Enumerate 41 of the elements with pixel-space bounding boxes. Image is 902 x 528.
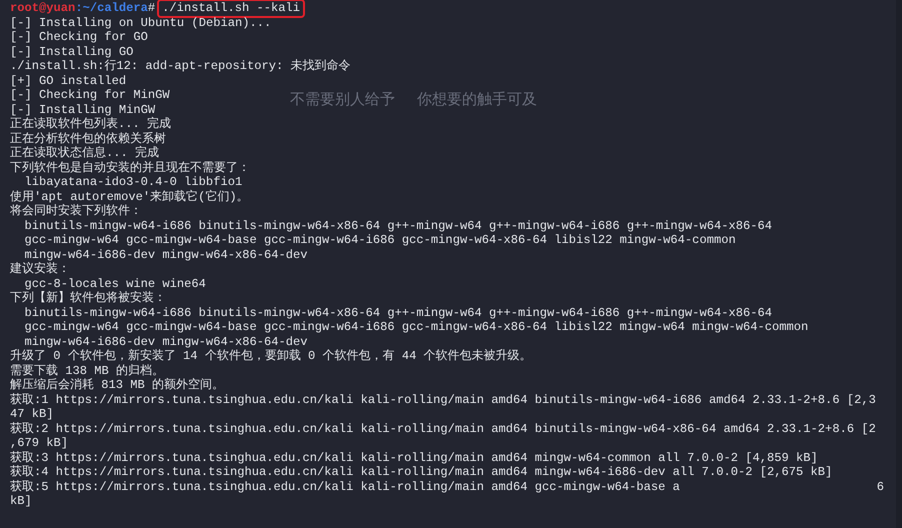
output-line: kB] <box>10 494 32 508</box>
output-line: [-] Installing MinGW <box>10 102 156 116</box>
output-line: libayatana-ido3-0.4-0 libbfio1 <box>24 175 242 190</box>
prompt-symbol: # <box>148 1 156 15</box>
output-line: 正在读取软件包列表... 完成 <box>10 117 172 132</box>
prompt-path: :~/caldera <box>75 1 148 15</box>
wallpaper-text: 不需要别人给予 <box>290 92 395 106</box>
output-line: 正在分析软件包的依赖关系树 <box>10 132 166 146</box>
output-line: binutils-mingw-w64-i686 binutils-mingw-w64-x86-64 g++-mingw-w64 g++-mingw-w64-i686 g++-mingw-w64-x86-64 <box>24 306 772 320</box>
output-line: 正在读取状态信息... 完成 <box>10 146 160 160</box>
output-line: binutils-mingw-w64-i686 binutils-mingw-w64-x86-64 g++-mingw-w64 g++-mingw-w64-i686 g++-mingw-w64-x86-64 <box>24 218 772 233</box>
output-line: 获取:1 https://mirrors.tuna.tsinghua.edu.cn/kali kali-rolling/main amd64 binutils-mingw-w64-i686 amd64 2.33.1-2+8.6 [2,3 <box>10 392 876 407</box>
output-line: 获取:4 https://mirrors.tuna.tsinghua.edu.cn/kali kali-rolling/main amd64 mingw-w64-i686-dev all 7.0.0-2 [2,675 kB] <box>10 465 832 480</box>
output-line: ./install.sh:行12: add-apt-repository: 未找到命令 <box>10 59 351 74</box>
output-line: 解压缩后会消耗 813 MB 的额外空间。 <box>10 378 224 392</box>
output-line: 获取:3 https://mirrors.tuna.tsinghua.edu.cn/kali kali-rolling/main amd64 mingw-w64-common all 7.0.0-2 [4,859 kB] <box>10 450 818 465</box>
output-line: [-] Checking for MinGW <box>10 88 170 102</box>
output-line: 47 kB] <box>10 407 54 422</box>
wallpaper-text: 你想要的触手可及 <box>417 92 537 106</box>
output-line: 下列软件包是自动安装的并且现在不需要了： <box>10 160 250 175</box>
output-text: 6 <box>876 480 884 494</box>
prompt-user-host: root@yuan <box>10 1 76 15</box>
output-line: 获取:2 https://mirrors.tuna.tsinghua.edu.cn/kali kali-rolling/main amd64 binutils-mingw-w64-x86-64 amd64 2.33.1-2+8.6 [2 <box>10 422 876 436</box>
output-text: 获取:5 https://mirrors.tuna.tsinghua.edu.cn/kali kali-rolling/main amd64 gcc-mingw-w64-base a <box>10 480 680 494</box>
output-line: gcc-mingw-w64 gcc-mingw-w64-base gcc-mingw-w64-i686 gcc-mingw-w64-x86-64 libisl22 mingw-w64 mingw-w64-common <box>24 320 808 334</box>
output-line: mingw-w64-i686-dev mingw-w64-x86-64-dev <box>24 334 308 349</box>
output-line: 升级了 0 个软件包，新安装了 14 个软件包，要卸载 0 个软件包，有 44 个软件包未被升级。 <box>10 349 532 364</box>
output-line: [-] Installing on Ubuntu (Debian)... <box>10 16 272 30</box>
output-line: 建议安装： <box>10 262 70 276</box>
output-line: mingw-w64-i686-dev mingw-w64-x86-64-dev <box>24 248 308 262</box>
command-text: ./install.sh --kali <box>159 1 304 16</box>
output-line: 需要下载 138 MB 的归档。 <box>10 364 164 378</box>
output-line: 将会同时安装下列软件： <box>10 204 142 218</box>
output-line: [-] Checking for GO <box>10 30 148 44</box>
output-line: [-] Installing GO <box>10 44 134 59</box>
output-line: ,679 kB] <box>10 436 68 450</box>
output-line: 使用'apt autoremove'来卸载它(它们)。 <box>10 190 249 204</box>
output-line: gcc-mingw-w64 gcc-mingw-w64-base gcc-mingw-w64-i686 gcc-mingw-w64-x86-64 libisl22 mingw-w64-common <box>24 233 736 248</box>
output-line: [+] GO installed <box>10 74 126 88</box>
output-line: 下列【新】软件包将被安装： <box>10 291 166 306</box>
output-line: gcc-8-locales wine wine64 <box>24 276 206 291</box>
